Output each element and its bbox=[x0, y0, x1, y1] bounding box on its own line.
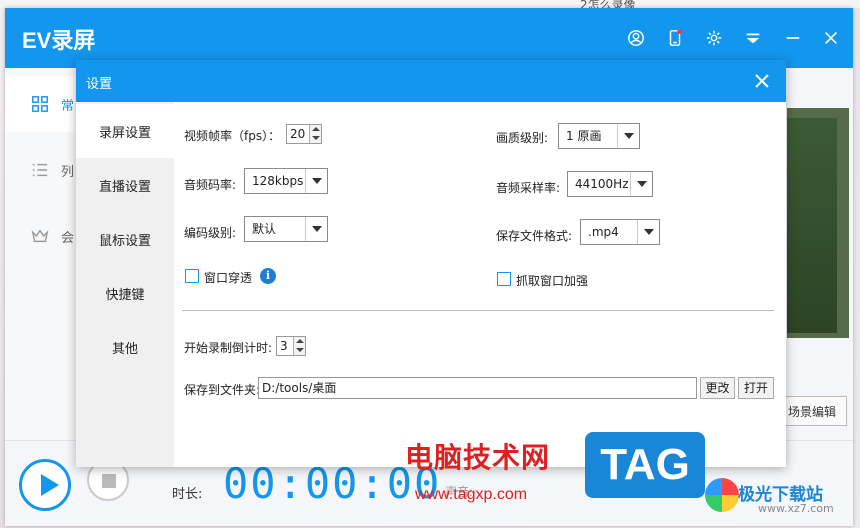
close-icon[interactable] bbox=[819, 26, 843, 50]
dialog-title: 设置 bbox=[86, 77, 113, 92]
chevron-down-icon bbox=[305, 217, 327, 241]
audio-bitrate-value: 128kbps bbox=[252, 174, 304, 188]
encode-select[interactable]: 默认 bbox=[244, 216, 328, 242]
background-window-strip bbox=[0, 0, 860, 8]
dialog-header: 设置 bbox=[76, 60, 786, 102]
capture-enhance-label: 抓取窗口加强 bbox=[516, 274, 589, 288]
chevron-down-icon bbox=[305, 169, 327, 193]
save-folder-label: 保存到文件夹: bbox=[184, 383, 261, 397]
app-title: EV录屏 bbox=[22, 28, 96, 53]
sample-rate-select[interactable]: 44100Hz bbox=[567, 171, 653, 197]
audio-bitrate-select[interactable]: 128kbps bbox=[244, 168, 328, 194]
format-value: .mp4 bbox=[588, 225, 619, 239]
chevron-down-icon bbox=[617, 124, 639, 148]
menu-down-icon[interactable] bbox=[741, 26, 765, 50]
list-icon bbox=[32, 163, 48, 177]
title-bar: EV录屏 bbox=[5, 8, 853, 68]
tab-hotkeys[interactable]: 快捷键 bbox=[76, 266, 174, 320]
watermark-url: www.tagxp.com bbox=[415, 486, 528, 503]
audio-bitrate-label: 音频码率: bbox=[184, 178, 237, 192]
format-select[interactable]: .mp4 bbox=[580, 219, 660, 245]
scene-edit-button[interactable]: 场景编辑 bbox=[777, 396, 847, 426]
nav-label: 会 bbox=[61, 230, 75, 246]
nav-item-list[interactable]: 列 bbox=[5, 142, 75, 198]
save-folder-input[interactable]: D:/tools/桌面 bbox=[258, 377, 697, 399]
quality-select[interactable]: 1 原画 bbox=[558, 123, 640, 149]
capture-enhance-checkbox[interactable] bbox=[497, 272, 511, 286]
watermark-tag-logo: TAG bbox=[585, 432, 705, 498]
settings-dialog: 设置 录屏设置 直播设置 鼠标设置 快捷键 其他 视频帧率（fps）： 20 画… bbox=[76, 60, 786, 467]
settings-body: 视频帧率（fps）： 20 画质级别: 1 原画 音频码率: 128kbps 音… bbox=[174, 102, 786, 467]
watermark-site-url: www.xz7.com bbox=[758, 502, 834, 515]
tab-live-settings[interactable]: 直播设置 bbox=[76, 158, 174, 212]
chevron-down-icon bbox=[630, 172, 652, 196]
quality-value: 1 原画 bbox=[566, 129, 602, 143]
tab-mouse-settings[interactable]: 鼠标设置 bbox=[76, 212, 174, 266]
divider bbox=[182, 310, 774, 311]
format-label: 保存文件格式: bbox=[496, 229, 573, 243]
user-icon[interactable] bbox=[624, 26, 648, 50]
nav-item-common[interactable]: 常 bbox=[5, 76, 75, 132]
chevron-down-icon bbox=[637, 220, 659, 244]
encode-label: 编码级别: bbox=[184, 226, 237, 240]
fps-value: 20 bbox=[290, 127, 306, 141]
sample-rate-label: 音频采样率: bbox=[496, 181, 561, 195]
info-icon[interactable]: i bbox=[260, 268, 276, 284]
fps-stepper[interactable]: 20 bbox=[286, 124, 322, 144]
quality-label: 画质级别: bbox=[496, 131, 549, 145]
open-folder-button[interactable]: 打开 bbox=[738, 377, 774, 399]
nav-item-member[interactable]: 会 bbox=[5, 208, 75, 264]
phone-icon[interactable] bbox=[663, 26, 687, 50]
sample-rate-value: 44100Hz bbox=[575, 177, 629, 191]
settings-sidebar: 录屏设置 直播设置 鼠标设置 快捷键 其他 bbox=[76, 102, 174, 467]
left-nav: 常 列 会 bbox=[5, 68, 75, 448]
fps-label: 视频帧率（fps）： bbox=[184, 129, 281, 143]
watermark-text: 电脑技术网 bbox=[405, 441, 551, 474]
countdown-label: 开始录制倒计时: bbox=[184, 341, 273, 355]
window-through-label: 窗口穿透 bbox=[204, 271, 253, 285]
record-play-button[interactable] bbox=[19, 459, 71, 511]
window-through-checkbox[interactable] bbox=[185, 269, 199, 283]
nav-label: 常 bbox=[61, 98, 75, 114]
countdown-stepper[interactable]: 3 bbox=[276, 336, 306, 356]
nav-label: 列 bbox=[61, 164, 75, 180]
crown-icon bbox=[31, 229, 49, 243]
gear-icon[interactable] bbox=[702, 26, 726, 50]
tab-record-settings[interactable]: 录屏设置 bbox=[76, 104, 174, 158]
minimize-icon[interactable] bbox=[781, 26, 805, 50]
preview-thumbnail bbox=[787, 108, 849, 338]
watermark-site-logo-icon bbox=[705, 478, 739, 512]
dialog-close-icon[interactable] bbox=[752, 71, 772, 91]
tab-other[interactable]: 其他 bbox=[76, 320, 174, 374]
grid-icon bbox=[32, 96, 48, 112]
duration-label: 时长: bbox=[172, 487, 203, 502]
change-folder-button[interactable]: 更改 bbox=[700, 377, 735, 399]
save-folder-value: D:/tools/桌面 bbox=[262, 381, 337, 395]
countdown-value: 3 bbox=[280, 339, 288, 353]
encode-value: 默认 bbox=[252, 222, 277, 236]
